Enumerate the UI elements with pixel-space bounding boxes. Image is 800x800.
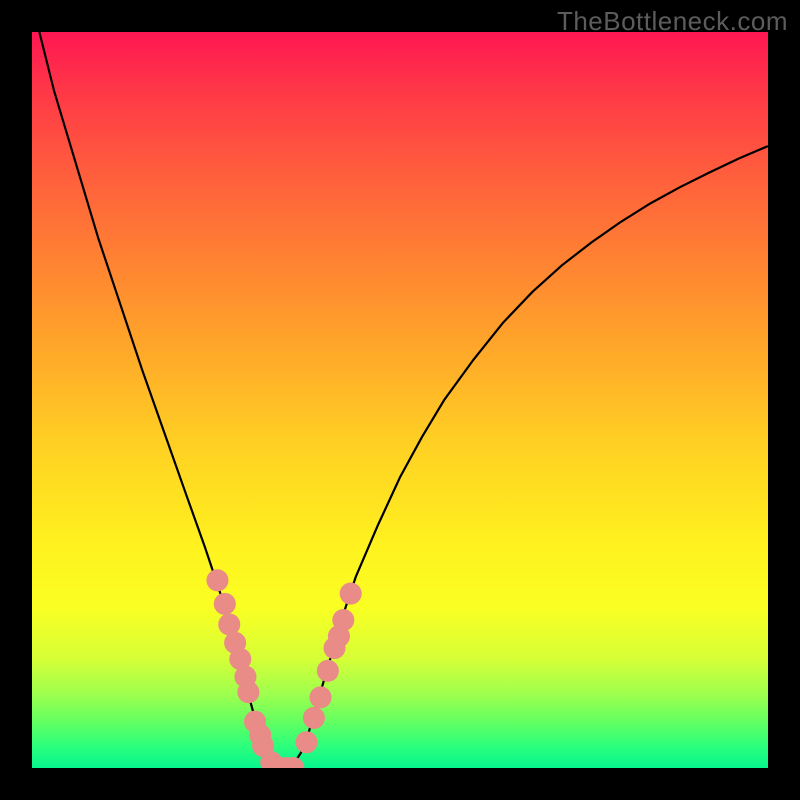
marker-dot	[317, 660, 339, 682]
marker-dot	[332, 609, 354, 631]
plot-area	[32, 32, 768, 768]
chart-svg	[32, 32, 768, 768]
marker-dot	[206, 569, 228, 591]
marker-dots	[206, 569, 361, 768]
watermark-text: TheBottleneck.com	[557, 6, 788, 37]
marker-dot	[309, 686, 331, 708]
marker-dot	[340, 583, 362, 605]
marker-dot	[214, 593, 236, 615]
marker-dot	[303, 707, 325, 729]
chart-frame: TheBottleneck.com	[0, 0, 800, 800]
curve-line	[39, 32, 768, 768]
marker-dot	[237, 681, 259, 703]
marker-dot	[295, 731, 317, 753]
